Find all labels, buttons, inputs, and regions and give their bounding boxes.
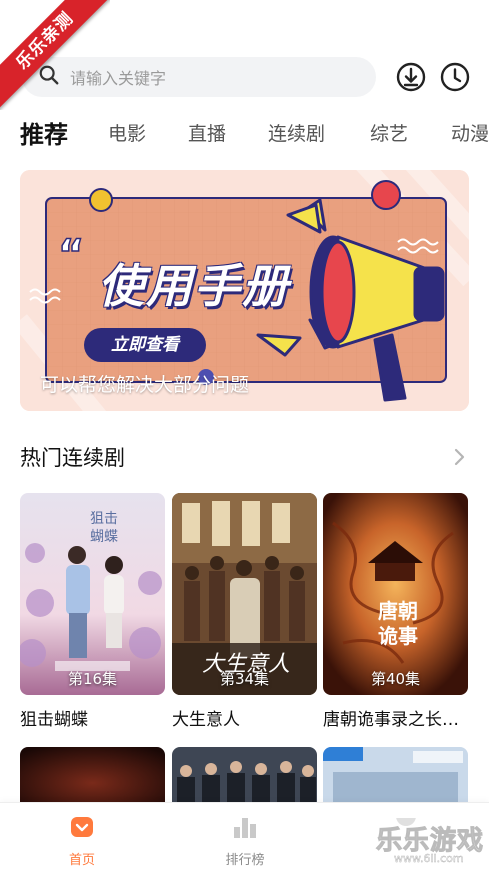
ribbon-text: 乐乐亲测 xyxy=(0,0,110,110)
svg-text:狙击: 狙击 xyxy=(90,511,118,527)
series-card[interactable] xyxy=(323,747,468,807)
series-card[interactable] xyxy=(20,747,165,807)
tab-series[interactable]: 连续剧 xyxy=(268,119,325,146)
tab-live[interactable]: 直播 xyxy=(188,119,226,146)
view-now-button[interactable]: 立即查看 xyxy=(84,328,206,362)
poster-image: 唐朝 诡事 第40集 xyxy=(323,493,468,695)
chevron-right-icon[interactable] xyxy=(450,444,470,470)
tab-recommend[interactable]: 推荐 xyxy=(20,115,68,150)
episode-badge: 第34集 xyxy=(219,670,270,688)
episode-badge: 第16集 xyxy=(67,670,118,688)
manual-banner[interactable]: “ 使用手册 立即查看 可以帮您解决大部分问题 xyxy=(20,170,469,411)
card-title: 狙击蝴蝶 xyxy=(20,710,88,730)
poster-image xyxy=(20,747,165,807)
app-screen: 乐乐亲测 请输入关键字 推荐 电影 直播 连续剧 综艺 动漫 “ 使用手册 立即… xyxy=(0,0,489,871)
nav-home[interactable]: 首页 xyxy=(42,813,122,868)
bar-chart-icon xyxy=(231,818,259,845)
poster-image: 狙击 蝴蝶 第16集 xyxy=(20,493,165,695)
banner-title: 使用手册 xyxy=(98,259,290,313)
site-watermark: 乐乐游戏 www.6ll.com xyxy=(372,806,489,871)
series-card[interactable] xyxy=(172,747,317,807)
poster-image xyxy=(172,747,317,807)
home-icon xyxy=(68,817,96,845)
corner-ribbon: 乐乐亲测 xyxy=(0,0,110,110)
series-card[interactable]: 大生意人 第34集 大生意人 xyxy=(172,493,317,730)
card-title: 大生意人 xyxy=(172,710,240,730)
svg-text:“: “ xyxy=(58,232,84,278)
download-icon[interactable] xyxy=(395,61,427,93)
svg-text:蝴蝶: 蝴蝶 xyxy=(90,529,118,545)
history-icon[interactable] xyxy=(439,61,471,93)
nav-label: 首页 xyxy=(68,853,95,868)
svg-text:诡事: 诡事 xyxy=(378,624,418,648)
watermark-url: www.6ll.com xyxy=(394,852,464,865)
tab-variety[interactable]: 综艺 xyxy=(370,119,408,146)
banner-caption: 可以帮您解决大部分问题 xyxy=(40,374,250,396)
category-tabs: 推荐 电影 直播 连续剧 综艺 动漫 xyxy=(20,113,489,155)
tab-movie[interactable]: 电影 xyxy=(108,119,146,146)
card-title: 唐朝诡事录之长… xyxy=(323,710,459,730)
section-title: 热门连续剧 xyxy=(20,446,125,470)
nav-label: 排行榜 xyxy=(225,853,265,868)
series-card[interactable]: 狙击 蝴蝶 第16集 狙击蝴蝶 xyxy=(20,493,165,730)
poster-image xyxy=(323,747,468,807)
episode-badge: 第40集 xyxy=(370,670,421,688)
svg-text:唐朝: 唐朝 xyxy=(378,599,418,623)
series-card[interactable]: 唐朝 诡事 第40集 唐朝诡事录之长… xyxy=(323,493,468,730)
tab-anime[interactable]: 动漫 xyxy=(451,119,489,146)
nav-ranking[interactable]: 排行榜 xyxy=(205,813,285,868)
poster-image: 大生意人 第34集 xyxy=(172,493,317,695)
